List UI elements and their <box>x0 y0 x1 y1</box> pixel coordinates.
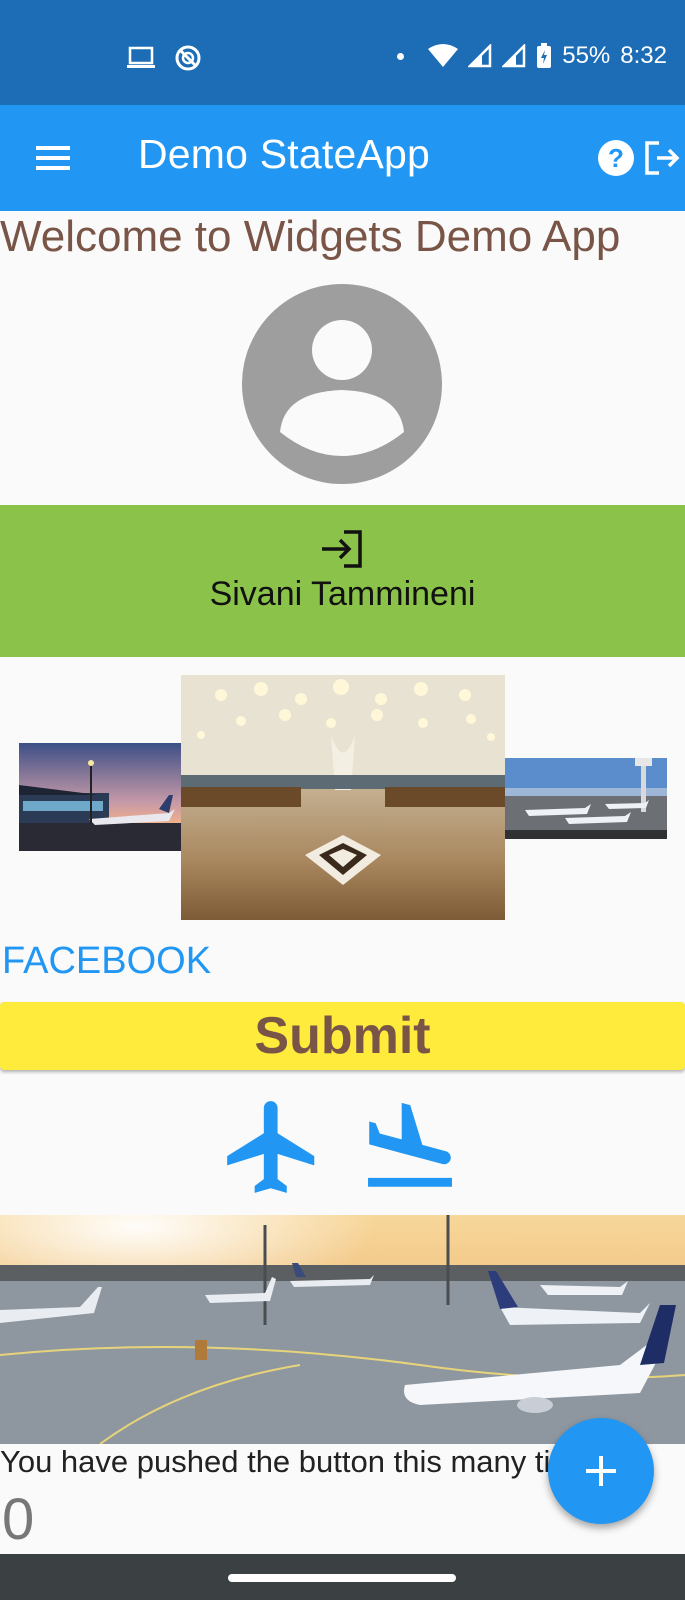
signal-icon <box>502 44 526 68</box>
system-nav-bar <box>0 1554 685 1600</box>
notification-dot-icon <box>397 52 405 60</box>
app-title: Demo StateApp <box>138 131 431 177</box>
laptop-icon <box>127 46 155 68</box>
login-icon <box>322 530 362 568</box>
submit-button[interactable]: Submit <box>0 1002 685 1070</box>
svg-text:?: ? <box>608 143 624 173</box>
sync-disabled-icon <box>175 45 201 71</box>
battery-level: 55% <box>562 42 611 69</box>
counter-label: You have pushed the button this many tim… <box>0 1444 618 1479</box>
app-bar: Demo StateApp ? <box>0 105 685 211</box>
help-icon[interactable]: ? <box>597 139 635 177</box>
logout-icon[interactable] <box>643 139 681 177</box>
home-gesture-handle[interactable] <box>228 1574 456 1582</box>
flight-land-icon <box>368 1102 452 1187</box>
counter-value: 0 <box>2 1487 35 1552</box>
user-name: Sivani Tammineni <box>209 575 476 613</box>
account-circle-icon <box>242 284 442 484</box>
image-carousel[interactable] <box>0 675 685 920</box>
battery-icon <box>537 43 552 68</box>
status-left-icons <box>126 44 202 72</box>
welcome-heading: Welcome to Widgets Demo App <box>0 212 621 261</box>
status-right-icons: 55% 8:32 <box>397 42 667 70</box>
carousel-image-left[interactable] <box>19 743 182 851</box>
airport-tarmac-image <box>0 1215 685 1444</box>
airplane-icon <box>227 1101 315 1193</box>
carousel-image-right[interactable] <box>505 758 667 839</box>
clock: 8:32 <box>620 42 667 69</box>
increment-fab[interactable] <box>548 1418 654 1524</box>
carousel-image-center[interactable] <box>181 675 505 920</box>
plus-icon <box>586 1456 616 1486</box>
menu-icon[interactable] <box>34 143 72 173</box>
facebook-link[interactable]: FACEBOOK <box>2 940 211 983</box>
signal-icon <box>468 44 492 68</box>
status-bar: 55% 8:32 <box>0 0 685 105</box>
flight-icons-row <box>0 1090 685 1200</box>
wifi-icon <box>428 44 459 67</box>
login-card[interactable]: Sivani Tammineni <box>0 505 685 657</box>
